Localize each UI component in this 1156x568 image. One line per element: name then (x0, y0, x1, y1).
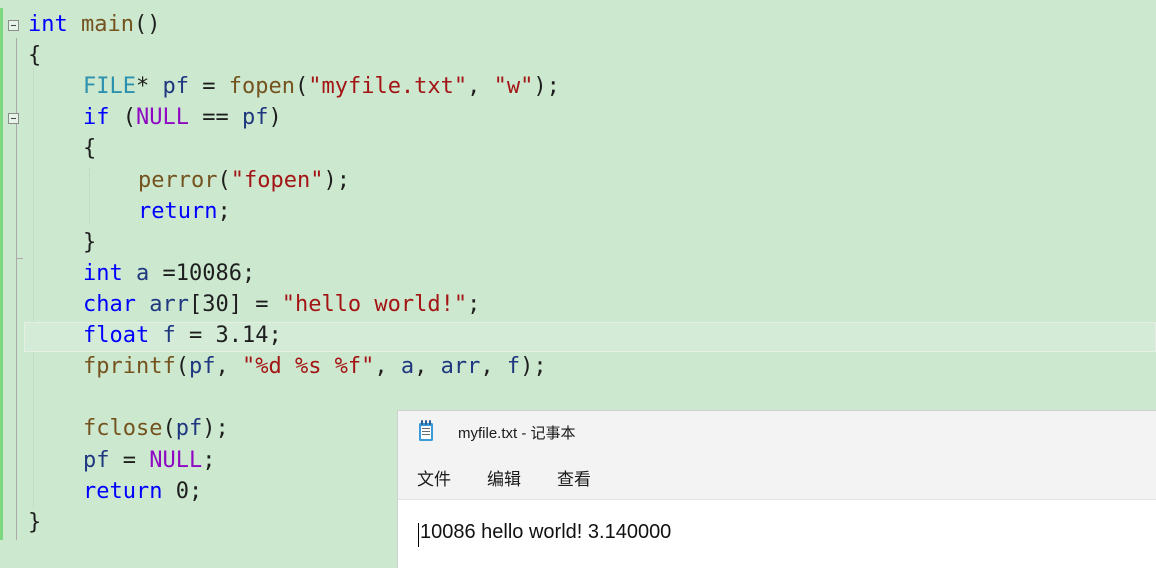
keyword-token: if (83, 105, 110, 130)
string-token: "hello world!" (281, 292, 468, 317)
code-line[interactable]: int a =10086; (83, 258, 255, 289)
code-token: = (109, 448, 150, 473)
keyword-token: char (83, 292, 136, 317)
variable-token: pf (162, 74, 189, 99)
code-token: ( (294, 74, 309, 99)
variable-token: f (162, 323, 176, 348)
code-line[interactable]: FILE* pf = fopen("myfile.txt", "w"); (83, 71, 560, 102)
keyword-token: int (28, 12, 68, 37)
code-line[interactable]: return 0; (83, 476, 202, 507)
code-token: { (83, 136, 97, 161)
code-line[interactable]: perror("fopen"); (138, 165, 350, 196)
function-token: main (81, 12, 134, 37)
code-line[interactable]: } (28, 507, 41, 538)
string-token: "fopen" (230, 168, 324, 193)
code-token: == (188, 105, 242, 130)
code-token: } (83, 230, 97, 255)
code-token: * (135, 74, 163, 99)
notepad-titlebar[interactable]: myfile.txt - 记事本 (398, 411, 1156, 453)
code-token: 0; (162, 479, 203, 504)
code-line[interactable]: pf = NULL; (83, 445, 215, 476)
change-tracking-bar (0, 8, 3, 540)
notepad-icon (419, 420, 433, 441)
keyword-token: return (83, 479, 163, 504)
collapse-main-icon[interactable] (8, 20, 19, 31)
menu-file[interactable]: 文件 (417, 465, 451, 490)
function-token: perror (138, 168, 218, 193)
collapse-if-icon[interactable] (8, 113, 19, 124)
function-token: fclose (83, 416, 163, 441)
string-token: "w" (493, 74, 534, 99)
function-token: fopen (228, 74, 295, 99)
variable-token: pf (175, 416, 203, 441)
code-line[interactable]: fclose(pf); (83, 413, 229, 444)
code-token: ( (162, 416, 176, 441)
code-line[interactable]: int main() (28, 9, 160, 40)
variable-token: f (506, 354, 521, 379)
code-token: } (28, 510, 42, 535)
code-line[interactable]: { (28, 40, 41, 71)
variable-token: a (136, 261, 150, 286)
variable-token: pf (241, 105, 269, 130)
type-token: FILE (83, 74, 136, 99)
code-token: ); (202, 416, 229, 441)
code-token: =10086; (149, 261, 256, 286)
variable-token: arr (149, 292, 189, 317)
code-line[interactable]: char arr[30] = "hello world!"; (83, 289, 480, 320)
code-token: () (133, 12, 161, 37)
string-token: "%d %s %f" (241, 354, 375, 379)
code-token: ( (109, 105, 136, 130)
code-line[interactable]: } (83, 227, 96, 258)
code-token: = (188, 74, 229, 99)
notepad-menubar: 文件 编辑 查看 (398, 453, 1156, 500)
code-token: ( (217, 168, 231, 193)
code-token: , (467, 74, 494, 99)
code-line[interactable]: if (NULL == pf) (83, 102, 282, 133)
code-token: ); (520, 354, 547, 379)
indent-guide (33, 68, 34, 508)
code-token: ); (533, 74, 560, 99)
keyword-token: int (83, 261, 123, 286)
outline-gutter-tick (16, 258, 23, 259)
menu-view[interactable]: 查看 (557, 465, 591, 490)
keyword-token: return (138, 199, 218, 224)
menu-edit[interactable]: 编辑 (487, 465, 521, 490)
code-line[interactable]: { (83, 133, 96, 164)
macro-token: NULL (149, 448, 203, 473)
code-line[interactable]: float f = 3.14; (83, 320, 282, 351)
code-token: , (480, 354, 507, 379)
notepad-window-title: myfile.txt - 记事本 (458, 425, 576, 442)
code-token: ; (202, 448, 216, 473)
code-line[interactable]: return; (138, 196, 231, 227)
notepad-content: 10086 hello world! 3.140000 (420, 521, 672, 543)
variable-token: arr (440, 354, 481, 379)
code-token: ) (268, 105, 282, 130)
code-token: ); (323, 168, 350, 193)
notepad-window[interactable]: myfile.txt - 记事本 文件 编辑 查看 10086 hello wo… (397, 410, 1156, 568)
variable-token: pf (83, 448, 110, 473)
notepad-text-area[interactable]: 10086 hello world! 3.140000 (398, 500, 1156, 568)
code-token: , (215, 354, 242, 379)
indent-guide-nested (89, 168, 90, 224)
text-caret (418, 523, 419, 547)
macro-token: NULL (136, 105, 189, 130)
string-token: "myfile.txt" (308, 74, 468, 99)
code-token: [30] = (188, 292, 282, 317)
variable-token: pf (188, 354, 216, 379)
variable-token: a (400, 354, 415, 379)
code-token: ; (467, 292, 481, 317)
keyword-token: float (83, 323, 150, 348)
code-token: ; (217, 199, 231, 224)
code-line[interactable]: fprintf(pf, "%d %s %f", a, arr, f); (83, 351, 547, 382)
code-token: , (414, 354, 441, 379)
code-token: { (28, 43, 42, 68)
code-token: = 3.14; (175, 323, 282, 348)
function-token: fprintf (83, 354, 176, 379)
code-token: , (374, 354, 401, 379)
code-token: ( (175, 354, 189, 379)
